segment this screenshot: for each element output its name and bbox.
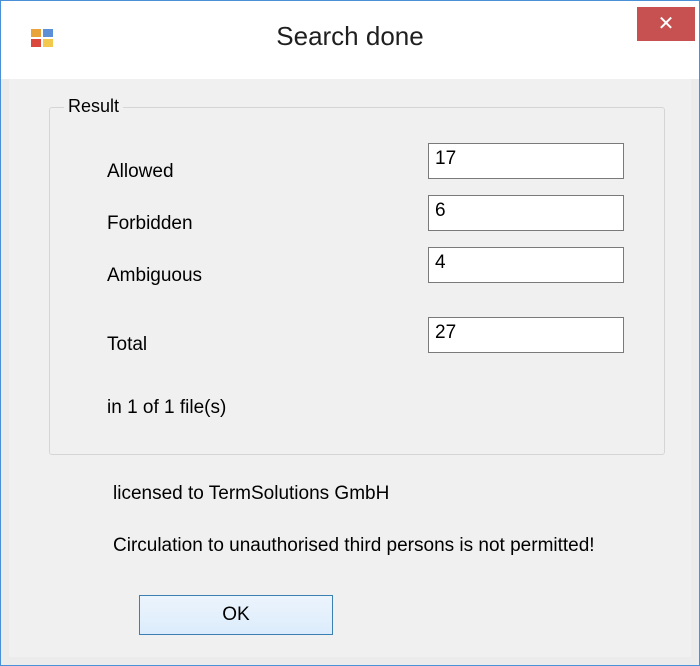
close-icon: ✕ [657,13,675,35]
total-count-field[interactable]: 27 [428,317,624,353]
ambiguous-label: Ambiguous [107,265,203,286]
ambiguous-count-field[interactable]: 4 [428,247,624,283]
dialog-window: Search done ✕ Result Allowed 17 Forbidde… [0,0,700,666]
allowed-label: Allowed [107,161,174,182]
result-groupbox: Result Allowed 17 Forbidden 6 Ambiguous … [49,96,665,455]
dialog-body: Result Allowed 17 Forbidden 6 Ambiguous … [9,79,691,657]
circulation-notice: Circulation to unauthorised third person… [113,535,595,556]
forbidden-label: Forbidden [107,213,193,234]
window-title: Search done [276,21,424,51]
license-text: licensed to TermSolutions GmbH [113,483,390,504]
total-label: Total [107,334,148,355]
forbidden-count-field[interactable]: 6 [428,195,624,231]
files-summary: in 1 of 1 file(s) [107,397,227,418]
title-bar: Search done ✕ [1,1,699,79]
result-group-title: Result [64,96,124,117]
ok-button[interactable]: OK [139,595,333,635]
allowed-count-field[interactable]: 17 [428,143,624,179]
close-button[interactable]: ✕ [637,7,695,41]
